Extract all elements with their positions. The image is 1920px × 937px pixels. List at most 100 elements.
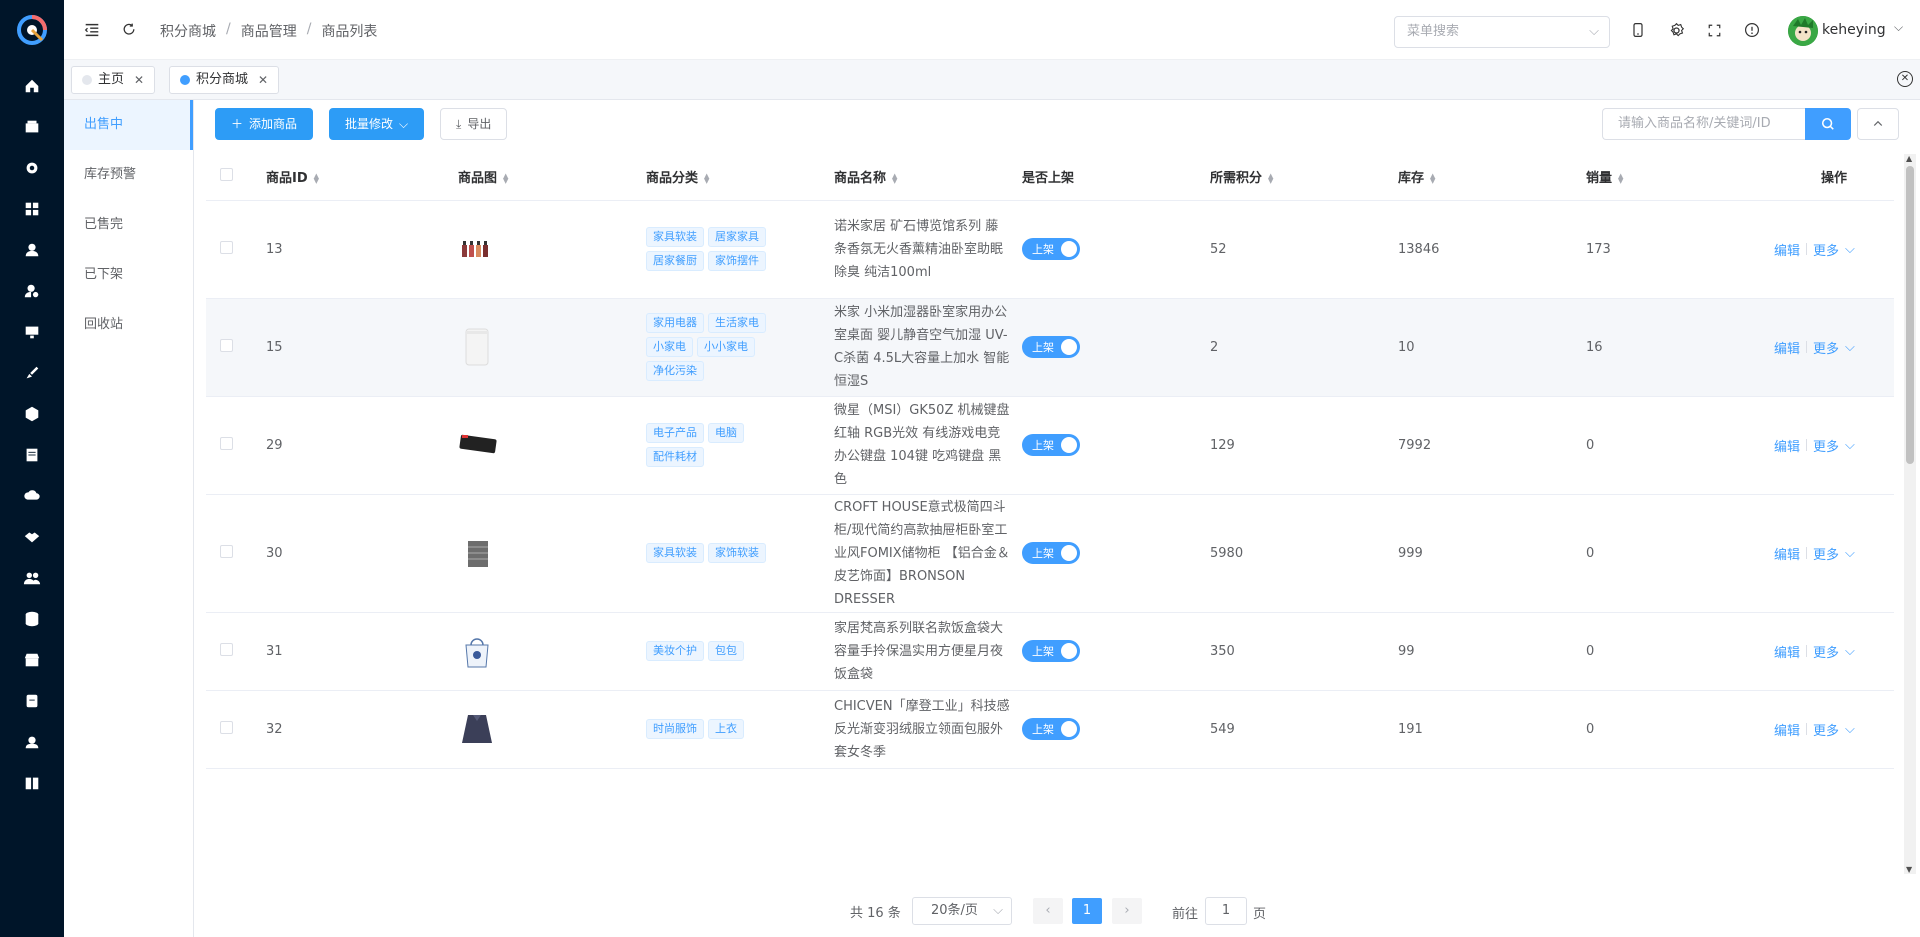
book-icon[interactable] (20, 771, 44, 795)
down-jacket-icon[interactable] (458, 709, 498, 749)
scroll-down-icon[interactable]: ▼ (1906, 865, 1912, 874)
chevron-down-icon[interactable]: ⌵ (1845, 340, 1855, 355)
product-search-input[interactable]: 请输入商品名称/关键词/ID (1602, 108, 1806, 140)
sort-icon[interactable]: ▲ ▼ (1268, 172, 1273, 184)
home-icon[interactable] (20, 74, 44, 98)
user-icon[interactable] (20, 238, 44, 262)
cube-icon[interactable] (20, 402, 44, 426)
more-link[interactable]: 更多 (1813, 544, 1839, 563)
column-header[interactable]: 商品名称 ▲ ▼ (834, 154, 1022, 201)
sort-icon[interactable]: ▲ ▼ (503, 172, 508, 184)
submenu-item-sold-out[interactable]: 已售完 (64, 200, 193, 250)
select-all-checkbox[interactable] (220, 168, 233, 182)
chevron-down-icon[interactable]: ⌵ (1845, 438, 1855, 453)
row-checkbox[interactable] (220, 338, 233, 352)
column-header[interactable]: 销量 ▲ ▼ (1586, 154, 1774, 201)
tab-points-mall[interactable]: 积分商城 ✕ (169, 66, 280, 94)
chevron-down-icon[interactable]: ⌵ (1845, 242, 1855, 257)
prev-page-button[interactable]: ‹ (1033, 898, 1063, 924)
goto-page-input[interactable]: 1 (1205, 897, 1247, 925)
more-link[interactable]: 更多 (1813, 338, 1839, 357)
dresser-icon[interactable] (458, 533, 498, 573)
database-icon[interactable] (20, 607, 44, 631)
breadcrumb-item[interactable]: 积分商城 (160, 21, 216, 41)
on-shelf-switch[interactable]: 上架 (1022, 542, 1080, 564)
cloud-download-icon[interactable] (20, 484, 44, 508)
more-link[interactable]: 更多 (1813, 720, 1839, 739)
add-product-button[interactable]: ＋ 添加商品 (215, 108, 314, 140)
refresh-icon[interactable] (119, 20, 139, 40)
batch-edit-button[interactable]: 批量修改 ⌵ (329, 108, 425, 140)
avatar[interactable] (1788, 16, 1818, 46)
monitor-icon[interactable] (20, 320, 44, 344)
collapse-search-button[interactable] (1857, 108, 1899, 140)
humidifier-icon[interactable] (458, 327, 498, 367)
submenu-item-recycle-bin[interactable]: 回收站 (64, 300, 193, 350)
edit-link[interactable]: 编辑 (1774, 642, 1800, 661)
keyboard-icon[interactable] (458, 425, 498, 465)
handshake-icon[interactable] (20, 525, 44, 549)
grid-icon[interactable] (20, 197, 44, 221)
settings-icon[interactable] (1666, 20, 1686, 40)
users-icon[interactable] (20, 566, 44, 590)
username[interactable]: keheying (1822, 22, 1886, 38)
sort-icon[interactable]: ▲ ▼ (892, 172, 897, 184)
on-shelf-switch[interactable]: 上架 (1022, 640, 1080, 662)
row-checkbox[interactable] (220, 240, 233, 254)
table-row[interactable]: 30 家具软装 家饰软装 CROFT HOUSE意式极简四斗柜/现代简约高款抽屉柜卧室… (206, 494, 1894, 613)
search-button[interactable] (1805, 108, 1851, 140)
table-row[interactable]: 15 家用电器 生活家电小家电 小小家电净化污染 米家 小米加湿器卧室家用办公室桌面 婴… (206, 298, 1894, 397)
sort-icon[interactable]: ▲ ▼ (1430, 172, 1435, 184)
chevron-down-icon[interactable]: ⌵ (1845, 722, 1855, 737)
close-icon[interactable]: ✕ (258, 67, 268, 93)
close-all-tabs-icon[interactable]: ✕ (1897, 71, 1913, 87)
tab-home[interactable]: 主页 ✕ (71, 66, 156, 94)
scrollbar-thumb[interactable] (1906, 166, 1914, 464)
column-header[interactable]: 商品图 ▲ ▼ (458, 154, 646, 201)
submenu-item-stock-alert[interactable]: 库存预警 (64, 150, 193, 200)
badge-user-icon[interactable] (20, 730, 44, 754)
sort-icon[interactable]: ▲ ▼ (704, 172, 709, 184)
on-shelf-switch[interactable]: 上架 (1022, 718, 1080, 740)
table-row[interactable]: 29 电子产品 电脑配件耗材 微星（MSI）GK50Z 机械键盘 红轴 RGB光效 有… (206, 396, 1894, 495)
breadcrumb-item[interactable]: 商品管理 (241, 21, 297, 41)
box-icon[interactable] (20, 115, 44, 139)
store-icon[interactable] (20, 648, 44, 672)
table-row[interactable]: 32 时尚服饰 上衣 CHICVEN「摩登工业」科技感反光渐变羽绒服立领面包服外套女冬… (206, 690, 1894, 769)
export-button[interactable]: ⤓ 导出 (440, 108, 508, 140)
chevron-down-icon[interactable]: ⌵ (1845, 546, 1855, 561)
document-icon[interactable] (20, 443, 44, 467)
row-checkbox[interactable] (220, 436, 233, 450)
row-checkbox[interactable] (220, 544, 233, 558)
on-shelf-switch[interactable]: 上架 (1022, 336, 1080, 358)
scroll-up-icon[interactable]: ▲ (1906, 154, 1912, 163)
edit-link[interactable]: 编辑 (1774, 436, 1800, 455)
chevron-down-icon[interactable]: ⌵ (1894, 20, 1903, 35)
page-size-select[interactable]: 20条/页 ⌵ (912, 897, 1012, 925)
fullscreen-icon[interactable] (1704, 20, 1724, 40)
column-header[interactable]: 所需积分 ▲ ▼ (1210, 154, 1398, 201)
edit-link[interactable]: 编辑 (1774, 720, 1800, 739)
info-icon[interactable] (1742, 20, 1762, 40)
menu-fold-icon[interactable] (82, 20, 102, 40)
more-link[interactable]: 更多 (1813, 240, 1839, 259)
column-header[interactable]: 商品分类 ▲ ▼ (646, 154, 834, 201)
sort-icon[interactable]: ▲ ▼ (1618, 172, 1623, 184)
close-icon[interactable]: ✕ (134, 67, 144, 93)
app-logo-icon[interactable] (17, 15, 47, 45)
submenu-item-on-sale[interactable]: 出售中 (64, 100, 193, 150)
edit-link[interactable]: 编辑 (1774, 338, 1800, 357)
brush-icon[interactable] (20, 361, 44, 385)
on-shelf-switch[interactable]: 上架 (1022, 434, 1080, 456)
edit-link[interactable]: 编辑 (1774, 544, 1800, 563)
table-row[interactable]: 13 家具软装 居家家具居家餐厨 家饰摆件 诺米家居 矿石博览馆系列 藤条香氛无火香薰精… (206, 200, 1894, 299)
chevron-down-icon[interactable]: ⌵ (1845, 644, 1855, 659)
edit-link[interactable]: 编辑 (1774, 240, 1800, 259)
user-settings-icon[interactable] (20, 279, 44, 303)
table-scrollbar[interactable]: ▲ ▼ (1904, 154, 1916, 874)
lunch-bag-icon[interactable] (458, 631, 498, 671)
next-page-button[interactable]: › (1112, 898, 1142, 924)
menu-search-select[interactable]: 菜单搜索 ⌵ (1394, 16, 1610, 48)
page-number-button[interactable]: 1 (1072, 898, 1102, 924)
gear-icon[interactable] (20, 156, 44, 180)
